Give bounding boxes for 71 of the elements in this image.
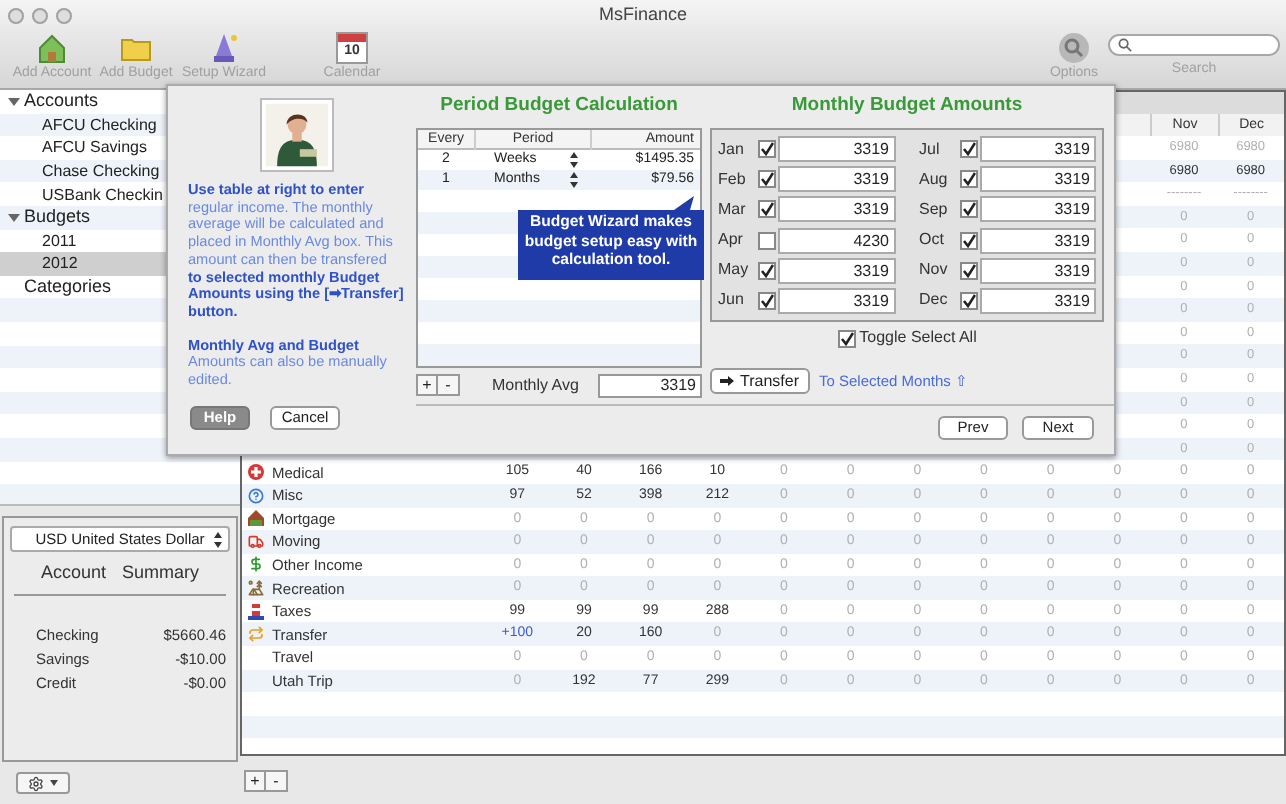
check-icon — [839, 331, 854, 345]
checkbox[interactable] — [959, 231, 977, 250]
house-icon — [36, 32, 68, 64]
amount-field[interactable]: 3319 — [778, 287, 895, 314]
summary-heading: Account — [40, 560, 106, 586]
month-label: Feb — [718, 167, 748, 192]
amount-field[interactable]: 3319 — [778, 166, 895, 193]
month-label: Jun — [718, 288, 746, 313]
month-label: Jul — [919, 137, 942, 162]
checkbox[interactable] — [959, 170, 977, 189]
remove-button[interactable]: - — [266, 769, 288, 791]
amount-field[interactable]: 3319 — [979, 166, 1096, 193]
monthly-avg-field[interactable]: 3319 — [598, 373, 702, 397]
question-icon — [248, 487, 264, 504]
add-button[interactable]: + — [416, 374, 438, 396]
summary-heading: Summary — [122, 560, 200, 586]
month-label: Oct — [919, 228, 946, 253]
month-label: Aug — [919, 167, 950, 192]
search-field[interactable] — [1108, 34, 1280, 56]
checkbox[interactable] — [758, 200, 776, 219]
checkbox[interactable] — [959, 291, 977, 310]
month-label: Mar — [718, 197, 748, 222]
amount-field[interactable]: 3319 — [778, 257, 895, 284]
truck-icon — [248, 533, 264, 550]
month-label: Jan — [718, 137, 746, 162]
add-button[interactable]: + — [244, 769, 266, 791]
checkbox[interactable] — [959, 261, 977, 280]
transfer-button[interactable]: Transfer — [710, 368, 809, 394]
amount-field[interactable]: 3319 — [778, 136, 895, 163]
month-label: Sep — [919, 197, 950, 222]
stepper-icon — [214, 531, 222, 547]
tent-icon — [248, 580, 264, 597]
disclosure-triangle-icon[interactable] — [8, 95, 20, 108]
amount-field[interactable]: 3319 — [979, 136, 1096, 163]
amount-field[interactable]: 3319 — [979, 257, 1096, 284]
checkbox[interactable] — [758, 170, 776, 189]
checkbox[interactable] — [959, 140, 977, 159]
amount-field[interactable]: 3319 — [979, 227, 1096, 254]
arrow-icon — [720, 376, 734, 386]
action-menu-button[interactable] — [16, 772, 70, 794]
checkbox[interactable] — [758, 291, 776, 310]
amount-field[interactable]: 3319 — [979, 287, 1096, 314]
section-title: Period Budget Calculation — [438, 94, 680, 118]
amount-field[interactable]: 4230 — [778, 227, 895, 254]
arrows-icon — [248, 626, 264, 643]
stepper-icon[interactable] — [570, 172, 578, 188]
checkbox[interactable] — [959, 200, 977, 219]
checkbox[interactable] — [758, 261, 776, 280]
search-icon — [1118, 38, 1132, 52]
magnifier-icon — [1058, 32, 1090, 64]
dollar-icon — [248, 556, 264, 573]
gear-icon — [28, 775, 44, 791]
month-label: May — [718, 258, 751, 283]
field-label: Monthly Avg — [492, 373, 579, 397]
stepper-icon[interactable] — [570, 152, 578, 168]
section-title: Monthly Budget Amounts — [789, 94, 1025, 118]
remove-button[interactable]: - — [438, 374, 460, 396]
month-label: Dec — [919, 288, 950, 313]
month-label: Nov — [919, 258, 950, 283]
checkbox-label: Toggle Select All — [859, 326, 977, 350]
month-label: Apr — [718, 228, 745, 253]
house-icon — [248, 510, 264, 527]
window-title: MsFinance — [596, 2, 689, 29]
checkbox[interactable] — [758, 140, 776, 159]
checkbox[interactable] — [837, 329, 856, 347]
caret-icon — [50, 780, 58, 786]
checkbox[interactable] — [758, 231, 776, 250]
amount-field[interactable]: 3319 — [979, 196, 1096, 223]
wizard-icon — [208, 32, 240, 64]
disclosure-triangle-icon[interactable] — [8, 211, 20, 224]
amount-field[interactable]: 3319 — [778, 196, 895, 223]
